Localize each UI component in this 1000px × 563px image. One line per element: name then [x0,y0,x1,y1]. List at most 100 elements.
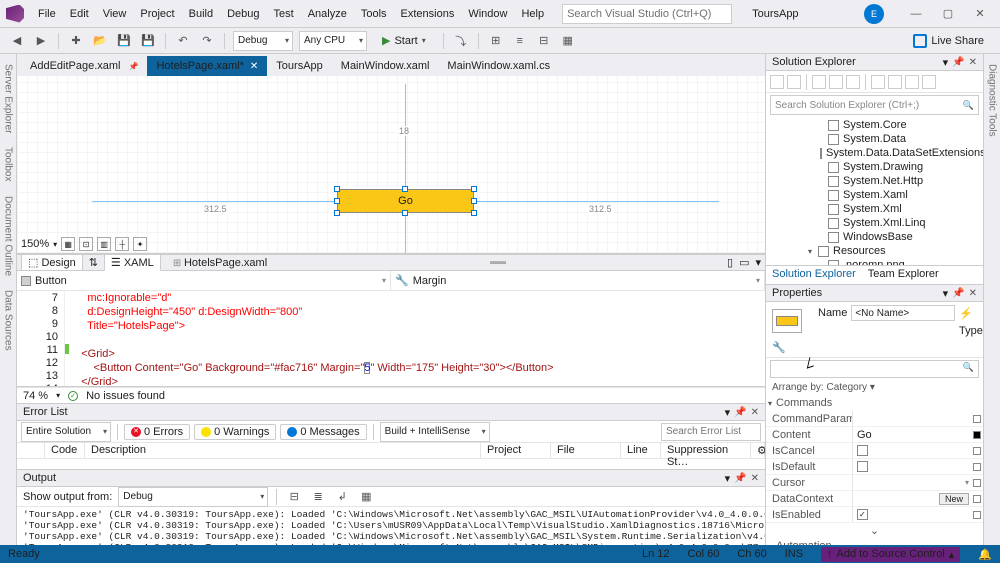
tool-icon-3[interactable]: ⊟ [535,32,553,50]
messages-filter[interactable]: 0 Messages [280,424,366,440]
split-vertical-icon[interactable]: ▯ [727,256,733,269]
zoom-level[interactable]: 150% [21,238,49,250]
scope-combo[interactable]: Entire Solution [21,422,111,442]
close-panel-icon[interactable]: ✕ [751,473,759,484]
se-search-input[interactable]: Search Solution Explorer (Ctrl+;) [770,95,979,115]
tree-item[interactable]: ▾Resources [766,244,983,258]
swap-panes-icon[interactable]: ⇅ [89,256,98,269]
code-editor[interactable]: 789101112131415 mc:Ignorable="d" d:Desig… [17,291,765,387]
tree-item[interactable]: System.Xaml [766,188,983,202]
tab-toursapp[interactable]: ToursApp [267,56,331,76]
menu-tools[interactable]: Tools [355,4,393,24]
solution-tree[interactable]: System.CoreSystem.DataSystem.Data.DataSe… [766,117,983,265]
menu-analyze[interactable]: Analyze [302,4,353,24]
se-properties-icon[interactable] [888,75,902,89]
prop-row[interactable]: CommandParameter [766,411,983,427]
panel-menu-icon[interactable]: ▾ [725,472,731,485]
menu-file[interactable]: File [32,4,62,24]
tree-item[interactable]: System.Core [766,118,983,132]
events-icon[interactable]: ⚡ [959,307,977,320]
fit-icon[interactable]: ⊡ [79,237,93,251]
prop-row[interactable]: Cursor▾ [766,475,983,491]
snap-icon[interactable]: ┼ [115,237,129,251]
pin-icon[interactable]: 📌 [952,288,964,299]
props-section-automation[interactable]: Automation [766,538,983,545]
tree-item[interactable]: .noromn.png [766,258,983,265]
diagnostic-tools-tab[interactable]: Diagnostic Tools [987,58,998,143]
props-arrange-combo[interactable]: Arrange by: Category ▾ [766,380,983,395]
se-tab[interactable]: Solution Explorer [766,266,862,284]
menu-debug[interactable]: Debug [221,4,265,24]
menu-view[interactable]: View [97,4,133,24]
se-showall-icon[interactable] [871,75,885,89]
live-share-button[interactable]: Live Share [905,34,992,48]
tool-icon-4[interactable]: ▦ [559,32,577,50]
start-button[interactable]: ▶Start▾ [373,32,435,49]
output-text[interactable]: 'ToursApp.exe' (CLR v4.0.30319: ToursApp… [17,507,765,545]
menu-project[interactable]: Project [134,4,180,24]
data-sources-tab[interactable]: Data Sources [3,284,14,357]
toggle-icon[interactable]: ▦ [357,488,375,506]
clear-icon[interactable]: ≣ [309,488,327,506]
save-all-icon[interactable]: 💾 [139,32,157,50]
split-horizontal-icon[interactable]: ▭ [739,256,749,269]
panel-menu-icon[interactable]: ▾ [943,56,949,69]
props-wrench-icon[interactable]: 🔧 [772,341,814,354]
minimize-icon[interactable]: — [902,4,930,24]
props-search-input[interactable] [770,360,979,378]
output-source-combo[interactable]: Debug [118,487,268,507]
se-sync-icon[interactable] [812,75,826,89]
team-explorer-tab[interactable]: Team Explorer [862,266,945,284]
undo-icon[interactable]: ↶ [174,32,192,50]
se-back-icon[interactable] [787,75,801,89]
step-icon[interactable]: ⤵ [452,32,470,50]
menu-build[interactable]: Build [183,4,219,24]
menu-window[interactable]: Window [462,4,513,24]
tab-close-icon[interactable]: ✕ [250,61,258,72]
tab-mainwindow-cs[interactable]: MainWindow.xaml.cs [438,56,559,76]
toolbox-tab[interactable]: Toolbox [3,141,14,187]
menu-extensions[interactable]: Extensions [395,4,461,24]
notifications-icon[interactable]: 🔔 [978,548,992,561]
menu-test[interactable]: Test [268,4,300,24]
error-search-input[interactable] [661,423,761,441]
config-combo[interactable]: Debug [233,31,293,51]
quick-launch-input[interactable]: Search Visual Studio (Ctrl+Q) [562,4,732,24]
panel-menu-icon[interactable]: ▾ [725,406,731,419]
expand-caret-icon[interactable]: ⌄ [766,523,983,538]
design-xaml-split[interactable]: ⬚ Design ⇅ ☰ XAML ⊞ HotelsPage.xaml ▪▪▪▪… [17,254,765,271]
find-icon[interactable]: ⊟ [285,488,303,506]
prop-row[interactable]: IsDefault [766,459,983,475]
nav-back-icon[interactable]: ◀ [8,32,26,50]
open-icon[interactable]: 📂 [91,32,109,50]
build-filter-combo[interactable]: Build + IntelliSense [380,422,490,442]
tool-icon-1[interactable]: ⊞ [487,32,505,50]
nav-member-combo[interactable]: 🔧Margin [391,271,765,290]
pin-icon[interactable]: 📌 [734,407,746,418]
warnings-filter[interactable]: 0 Warnings [194,424,276,440]
save-icon[interactable]: 💾 [115,32,133,50]
user-avatar-icon[interactable]: E [864,4,884,24]
se-preview-icon[interactable] [905,75,919,89]
wrap-icon[interactable]: ↲ [333,488,351,506]
tree-item[interactable]: System.Data.DataSetExtensions [766,146,983,160]
split-collapse-icon[interactable]: ▾ [755,256,761,269]
tree-item[interactable]: System.Net.Http [766,174,983,188]
panel-menu-icon[interactable]: ▾ [943,287,949,300]
close-icon[interactable]: ✕ [966,4,994,24]
pin-icon[interactable]: 📌 [734,473,746,484]
tree-item[interactable]: System.Data [766,132,983,146]
se-view-icon[interactable] [922,75,936,89]
add-source-control-button[interactable]: ↑ Add to Source Control ▴ [821,547,960,562]
document-outline-tab[interactable]: Document Outline [3,190,14,282]
close-panel-icon[interactable]: ✕ [969,288,977,299]
prop-row[interactable]: ContentGo [766,427,983,443]
design-tab[interactable]: ⬚ Design [21,254,83,271]
server-explorer-tab[interactable]: Server Explorer [3,58,14,139]
tab-hotelspage[interactable]: HotelsPage.xaml*✕ [147,56,267,76]
xaml-tab[interactable]: ☰ XAML [104,254,161,271]
maximize-icon[interactable]: ▢ [934,4,962,24]
props-name-input[interactable] [851,305,955,321]
se-collapse-icon[interactable] [846,75,860,89]
zoom-tool-icon[interactable]: ▦ [61,237,75,251]
